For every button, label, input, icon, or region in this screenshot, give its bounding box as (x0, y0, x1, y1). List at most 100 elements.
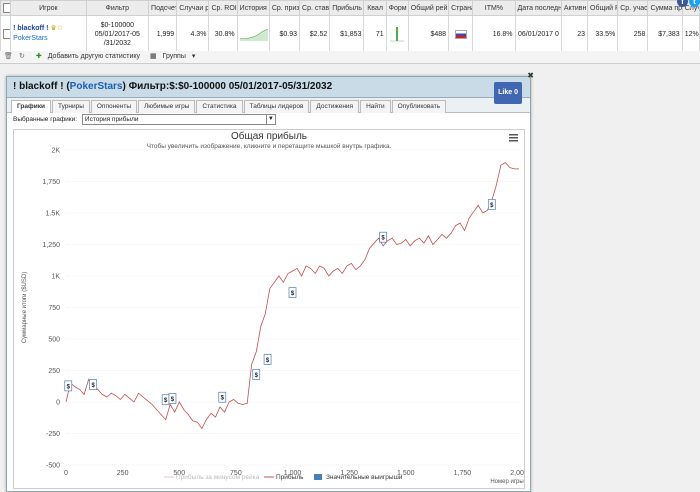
tab-statistics[interactable]: Статистика (196, 100, 243, 113)
col-header-itm[interactable]: ITM% (472, 0, 516, 16)
chart-title: Общая прибыль (231, 130, 307, 142)
tab-find[interactable]: Найти (360, 100, 391, 113)
grid-icon: ▦ (149, 53, 157, 60)
table-header-row: Игрок Фильтр Подсчет Случаи р Ср. ROI Ис… (0, 0, 700, 16)
big-win-marker: $ (161, 394, 170, 406)
col-header-form[interactable]: Форм (385, 0, 409, 16)
col-header-history[interactable]: История (236, 0, 270, 16)
y-tick-label: 750 (48, 305, 60, 312)
y-tick-label: 1,750 (42, 179, 60, 186)
dropdown-arrow-icon: ▾ (191, 53, 196, 60)
cell-total-r: 33.5% (587, 15, 619, 53)
history-sparkline[interactable] (236, 15, 270, 53)
player-cell[interactable]: ! blackoff ! ♛☆ PokerStars (10, 15, 87, 53)
col-header-count[interactable]: Подсчет (148, 0, 178, 16)
groups-button[interactable]: ▦ Группы ▾ (146, 53, 195, 60)
col-header-profit[interactable]: Прибыль (329, 0, 365, 16)
plus-icon: ✚ (35, 53, 42, 60)
cell-avg-part: 258 (617, 15, 649, 53)
panel-tabs: Графики Турниры Оппоненты Любимые игры Стати… (7, 98, 530, 113)
col-header-qual[interactable]: Квал (363, 0, 387, 16)
legend-label[interactable]: Прибыль (276, 473, 304, 481)
big-win-marker: $ (168, 393, 177, 404)
big-win-marker: $ (252, 369, 261, 380)
col-header-total-r[interactable]: Общий R (587, 0, 619, 16)
x-tick-label: 250 (117, 470, 129, 477)
cell-chance2: 12% (681, 15, 700, 53)
legend-label[interactable]: Прибыль за минусом рейка (176, 473, 260, 481)
col-header-roi[interactable]: Ср. ROI (208, 0, 238, 16)
add-stats-button[interactable]: ✚ Добавить другую статистику (32, 53, 140, 60)
cell-active: 23 (560, 15, 589, 53)
big-win-marker: $ (263, 354, 272, 365)
facebook-like-button[interactable]: Like 0 (494, 82, 522, 104)
player-site[interactable]: PokerStars (13, 35, 48, 42)
col-header-player[interactable]: Игрок (10, 0, 87, 16)
x-axis-label: Номер игры (490, 479, 523, 485)
cell-avg-prize: $0.93 (268, 15, 301, 53)
col-header-avg-stake[interactable]: Ср. став (299, 0, 331, 16)
form-bars (385, 15, 409, 53)
y-tick-label: 2K (51, 148, 60, 155)
cell-total-rating: $488 (407, 15, 450, 53)
col-header-avg-part[interactable]: Ср. учас (617, 0, 649, 16)
y-tick-label: -500 (46, 463, 60, 470)
player-name[interactable]: ! blackoff ! (13, 25, 48, 32)
panel-title-suffix: ) Фильтр:$:$0-100000 05/01/2017-05/31/20… (122, 81, 333, 92)
panel-title-site[interactable]: PokerStars (70, 81, 123, 92)
cell-chance: 4.3% (176, 15, 210, 53)
col-header-avg-prize[interactable]: Ср. приз (268, 0, 301, 16)
chart-select-dropdown[interactable]: История прибыли ▼ (81, 113, 276, 125)
cell-sum-prize: $7,383 (647, 15, 683, 53)
x-tick-label: 2,000 (510, 470, 524, 477)
big-win-marker: $ (487, 199, 496, 210)
chart-select-value: История прибыли (84, 115, 139, 123)
col-header-active[interactable]: Активн (560, 0, 589, 16)
col-header-total-rating[interactable]: Общий рей (407, 0, 450, 16)
y-tick-label: 250 (48, 368, 60, 375)
social-icons: ft (676, 0, 700, 7)
star-icon[interactable]: ☆ (57, 25, 63, 32)
tab-opponents[interactable]: Оппоненты (90, 100, 138, 113)
col-header-filter[interactable]: Фильтр (85, 0, 150, 16)
groups-label: Группы (162, 53, 186, 60)
player-stats-table: Игрок Фильтр Подсчет Случаи р Ср. ROI Ис… (0, 0, 700, 53)
col-header-chance[interactable]: Случаи р (176, 0, 210, 16)
tab-achievements[interactable]: Достижения (310, 100, 360, 113)
y-tick-label: 1,250 (42, 242, 60, 249)
sparkline-chart (239, 29, 268, 41)
twitter-icon[interactable]: t (689, 0, 700, 7)
tab-leaderboards[interactable]: Таблицы лидеров (243, 100, 310, 113)
tab-tournaments[interactable]: Турниры (51, 100, 90, 113)
table-row[interactable]: ! blackoff ! ♛☆ PokerStars $0-100000 05/… (0, 15, 700, 53)
cell-avg-stake: $2.52 (299, 15, 331, 53)
tab-charts[interactable]: Графики (11, 100, 51, 113)
profit-chart-svg[interactable]: Общая прибыльЧтобы увеличить изображение… (14, 130, 528, 488)
tab-favorite-games[interactable]: Любимые игры (138, 100, 196, 113)
row-checkbox[interactable] (0, 15, 12, 53)
close-icon[interactable]: ✖ (527, 71, 534, 80)
chart-menu-icon[interactable] (509, 134, 518, 142)
col-header-last-date[interactable]: Дата последн (514, 0, 562, 16)
filter-line-1: $0-100000 (100, 21, 135, 29)
y-tick-label: -250 (46, 431, 60, 438)
cell-qual: 71 (363, 15, 387, 53)
x-tick-label: 0 (64, 470, 68, 477)
panel-title: ! blackoff ! (PokerStars) Фильтр:$:$0-10… (7, 77, 530, 104)
y-axis-label: Суммарные итоги ($USD) (22, 272, 28, 343)
big-win-marker: $ (89, 379, 98, 390)
facebook-icon[interactable]: f (677, 0, 688, 7)
refresh-icon[interactable]: ↻ (18, 51, 26, 63)
profit-chart[interactable]: Общая прибыль Чтобы увеличить изображение… (13, 129, 528, 489)
legend-label[interactable]: Значительные выигрыши (326, 474, 403, 481)
trash-icon[interactable]: 🗑 (4, 51, 13, 63)
col-header-country[interactable]: Страна (448, 0, 474, 16)
tab-publish[interactable]: Опубликовать (391, 100, 447, 113)
chart-select-label: Выбранные графики: (13, 116, 78, 123)
form-chart (390, 27, 405, 42)
player-detail-panel: ✖ ! blackoff ! (PokerStars) Фильтр:$:$0-… (6, 71, 534, 492)
y-tick-label: 500 (48, 337, 60, 344)
y-tick-label: 1K (51, 274, 60, 281)
cell-last-date: 06/01/2017 0 (514, 15, 562, 53)
select-all-checkbox[interactable] (0, 0, 12, 16)
